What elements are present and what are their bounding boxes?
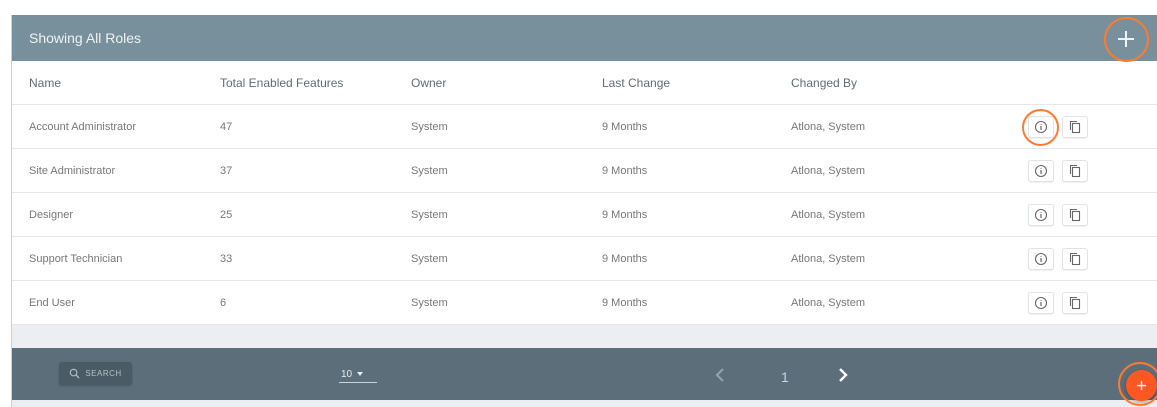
changed-by: Atlona, System — [791, 165, 865, 177]
info-icon — [1034, 208, 1048, 222]
chevron-right-icon — [839, 368, 848, 382]
last-change: 9 Months — [602, 209, 648, 221]
table-footer: SEARCH 10 1 — [12, 348, 1157, 400]
copy-button[interactable] — [1062, 116, 1088, 138]
table-row[interactable]: Support Technician 33 System 9 Months At… — [12, 237, 1157, 281]
table-row[interactable]: Designer 25 System 9 Months Atlona, Syst… — [12, 193, 1157, 237]
enabled-features-count: 47 — [220, 121, 233, 133]
copy-button[interactable] — [1062, 204, 1088, 226]
plus-icon — [1118, 31, 1134, 47]
role-owner: System — [411, 209, 448, 221]
role-owner: System — [411, 253, 448, 265]
table-row[interactable]: Account Administrator 47 System 9 Months… — [12, 105, 1157, 149]
info-icon — [1034, 120, 1048, 134]
role-name: End User — [29, 297, 75, 309]
role-name: Account Administrator — [29, 121, 136, 133]
page-title: Showing All Roles — [29, 30, 142, 46]
enabled-features-count: 25 — [220, 209, 233, 221]
page-size-select[interactable]: 10 — [339, 366, 377, 383]
last-change: 9 Months — [602, 297, 648, 309]
enabled-features-count: 33 — [220, 253, 233, 265]
role-name: Site Administrator — [29, 165, 116, 177]
column-header-last-change[interactable]: Last Change — [602, 76, 670, 90]
table-row[interactable]: End User 6 System 9 Months Atlona, Syste… — [12, 281, 1157, 325]
role-name: Designer — [29, 209, 74, 221]
roles-panel: Showing All Roles Name Total Enabled Fea… — [11, 15, 1157, 407]
footer-bottom-border — [12, 400, 1157, 407]
floating-add-button[interactable] — [1126, 370, 1157, 401]
changed-by: Atlona, System — [791, 209, 865, 221]
info-icon — [1034, 252, 1048, 266]
table-spacer — [12, 325, 1157, 348]
copy-button[interactable] — [1062, 292, 1088, 314]
copy-icon — [1069, 208, 1081, 222]
panel-header: Showing All Roles — [12, 15, 1157, 62]
changed-by: Atlona, System — [791, 297, 865, 309]
info-button[interactable] — [1028, 116, 1054, 138]
info-button[interactable] — [1028, 248, 1054, 270]
chevron-left-icon — [715, 368, 724, 382]
role-owner: System — [411, 165, 448, 177]
copy-icon — [1069, 164, 1081, 178]
search-label: SEARCH — [85, 369, 122, 378]
search-icon — [70, 368, 80, 379]
changed-by: Atlona, System — [791, 121, 865, 133]
copy-button[interactable] — [1062, 160, 1088, 182]
last-change: 9 Months — [602, 165, 648, 177]
role-owner: System — [411, 297, 448, 309]
enabled-features-count: 6 — [220, 297, 227, 309]
changed-by: Atlona, System — [791, 253, 865, 265]
plus-icon — [1136, 380, 1147, 391]
role-name: Support Technician — [29, 253, 123, 265]
table-row[interactable]: Site Administrator 37 System 9 Months At… — [12, 149, 1157, 193]
last-change: 9 Months — [602, 121, 648, 133]
last-change: 9 Months — [602, 253, 648, 265]
info-button[interactable] — [1028, 292, 1054, 314]
info-icon — [1034, 164, 1048, 178]
copy-icon — [1069, 252, 1081, 266]
chevron-down-icon — [357, 372, 364, 376]
info-icon — [1034, 296, 1048, 310]
next-page-button[interactable] — [836, 366, 850, 384]
role-owner: System — [411, 121, 448, 133]
previous-page-button[interactable] — [713, 366, 727, 384]
column-header-changed-by[interactable]: Changed By — [791, 76, 857, 90]
column-header-features[interactable]: Total Enabled Features — [220, 76, 343, 90]
copy-button[interactable] — [1062, 248, 1088, 270]
copy-icon — [1069, 296, 1081, 310]
table-header: Name Total Enabled Features Owner Last C… — [12, 61, 1157, 105]
column-header-owner[interactable]: Owner — [411, 76, 446, 90]
search-button[interactable]: SEARCH — [59, 362, 132, 385]
copy-icon — [1069, 120, 1081, 134]
column-header-name[interactable]: Name — [29, 76, 61, 90]
info-button[interactable] — [1028, 204, 1054, 226]
enabled-features-count: 37 — [220, 165, 233, 177]
current-page-number: 1 — [781, 369, 789, 385]
add-role-button[interactable] — [1109, 22, 1143, 56]
page-size-value: 10 — [341, 368, 353, 380]
info-button[interactable] — [1028, 160, 1054, 182]
